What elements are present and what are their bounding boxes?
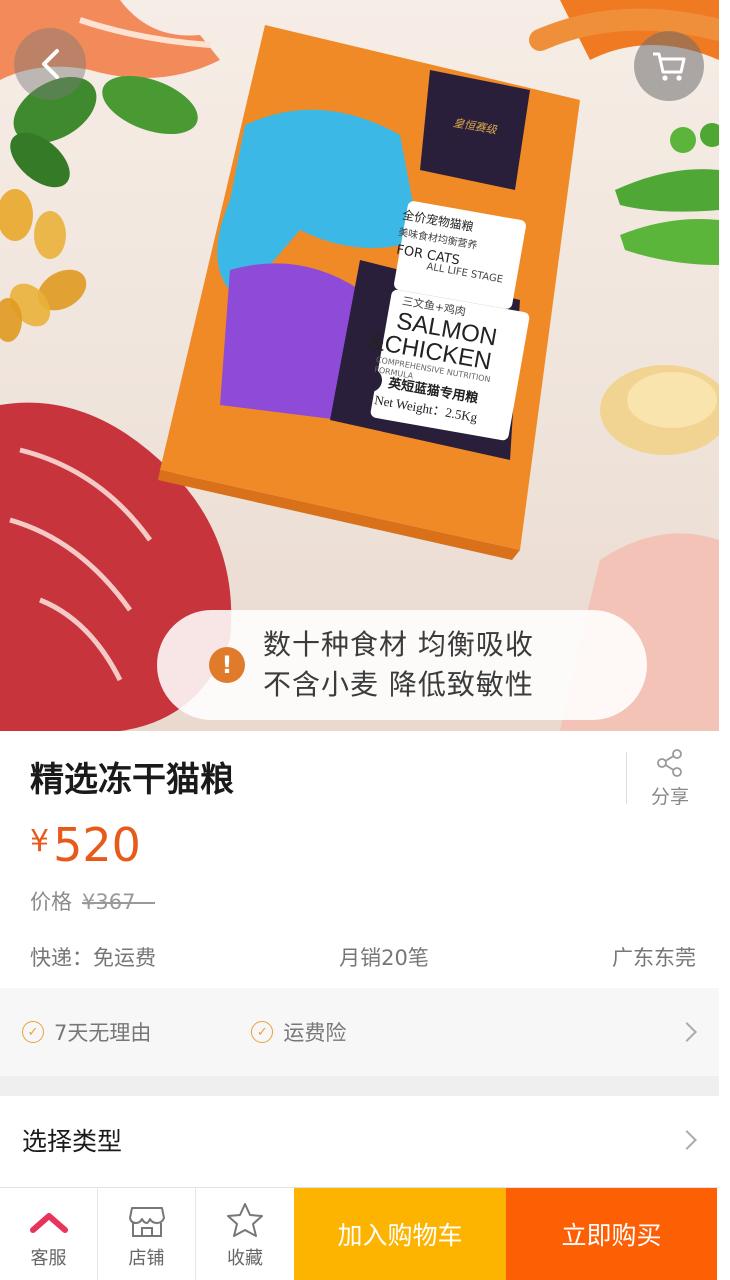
bottom-action-bar: 客服 店铺 收藏 加入购物车 立即购买: [0, 1187, 719, 1280]
guarantee-label: 运费险: [283, 1021, 347, 1045]
exclamation-icon: !: [209, 647, 245, 683]
shipping-info: 快递：免运费: [30, 946, 156, 970]
share-icon: [657, 749, 682, 777]
guarantee-item: ✓ 7天无理由: [22, 1017, 151, 1047]
shop-icon: [128, 1207, 165, 1237]
original-price: 价格 ¥367: [30, 886, 135, 916]
divider: [626, 752, 627, 804]
feature-banner: ! 数十种食材 均衡吸收 不含小麦 降低致敏性: [157, 610, 647, 720]
shopping-cart-button[interactable]: [634, 31, 704, 101]
guarantee-item: ✓ 运费险: [251, 1017, 346, 1047]
select-type-label: 选择类型: [22, 1127, 123, 1156]
banner-line-1: 数十种食材 均衡吸收: [263, 628, 534, 661]
service-guarantee-row[interactable]: ✓ 7天无理由 ✓ 运费险: [0, 988, 719, 1076]
chevron-right-icon: [677, 1130, 697, 1150]
cart-icon: [653, 52, 686, 81]
favorite-label: 收藏: [227, 1248, 263, 1269]
check-circle-icon: ✓: [251, 1021, 274, 1043]
back-button[interactable]: [14, 28, 86, 100]
current-price: ¥520: [30, 818, 141, 872]
banner-line-2: 不含小麦 降低致敏性: [263, 668, 534, 701]
monthly-sales: 月销20笔: [339, 946, 429, 970]
shop-label: 店铺: [128, 1248, 165, 1269]
product-meta-row: 快递：免运费 月销20笔 广东东莞: [30, 942, 696, 972]
cat-food-package: [158, 25, 580, 560]
original-price-label: 价格: [30, 890, 72, 914]
section-divider: [0, 1076, 719, 1096]
buy-now-button[interactable]: 立即购买: [506, 1188, 717, 1280]
original-price-value: ¥367: [82, 890, 136, 914]
shop-tab[interactable]: 店铺: [98, 1188, 196, 1280]
guarantee-label: 7天无理由: [54, 1021, 152, 1045]
currency-symbol: ¥: [30, 824, 50, 859]
chevron-right-icon: [677, 1022, 697, 1042]
favorite-tab[interactable]: 收藏: [196, 1188, 294, 1280]
share-label: 分享: [650, 786, 689, 808]
chevron-up-icon: [29, 1213, 68, 1233]
customer-service-label: 客服: [30, 1248, 67, 1269]
price-value: 520: [53, 818, 141, 872]
star-icon: [227, 1203, 263, 1237]
customer-service-tab[interactable]: 客服: [0, 1188, 98, 1280]
share-button[interactable]: 分享: [640, 748, 700, 809]
product-hero-image: 皇恒赛级 全价宠物猫粮 美味食材均衡营养 FOR CATS ALL LIFE S…: [0, 0, 719, 731]
edge-strip: [719, 0, 730, 1280]
add-to-cart-button[interactable]: 加入购物车: [294, 1188, 506, 1280]
ship-from-location: 广东东莞: [611, 946, 696, 970]
product-title: 精选冻干猫粮: [30, 760, 234, 800]
chevron-left-icon: [42, 49, 59, 79]
check-circle-icon: ✓: [22, 1021, 44, 1043]
select-type-row[interactable]: 选择类型: [0, 1096, 719, 1184]
